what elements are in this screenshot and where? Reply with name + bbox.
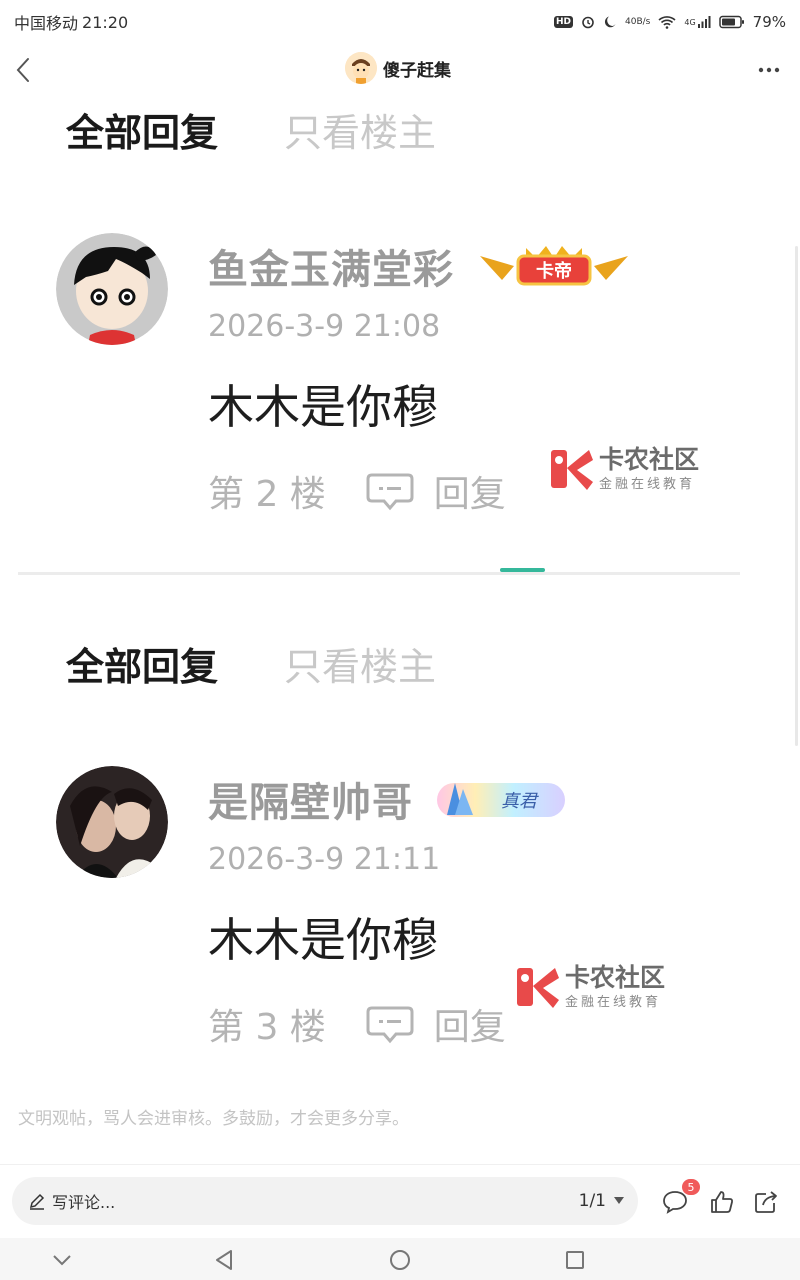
kanong-logo-icon	[517, 968, 559, 1008]
status-right: HD 40 B/s 4G 79%	[553, 13, 786, 31]
hd-icon: HD	[553, 16, 573, 28]
post-content-image: 全部回复 只看楼主 鱼金玉满堂彩 卡帝 2026-3-9 21:08 木木是你穆…	[0, 96, 800, 1160]
reply-button[interactable]: 回复	[366, 998, 506, 1050]
watermark-sub: 金融在线教育	[599, 476, 696, 492]
back-button[interactable]	[8, 54, 38, 86]
nav-home-button[interactable]	[386, 1246, 414, 1274]
chevron-down-icon	[53, 1255, 71, 1266]
battery-level: 79%	[752, 13, 786, 31]
scrollbar[interactable]	[795, 246, 798, 746]
comment-placeholder: 写评论...	[52, 1193, 116, 1212]
signal-icon: 4G	[684, 15, 711, 29]
username: 鱼金玉满堂彩	[208, 247, 454, 293]
reply-post: 是隔壁帅哥 真君 2026-3-9 21:11 木木是你穆 第 3 楼 回复	[56, 766, 756, 1066]
square-recents-icon	[566, 1251, 584, 1269]
post-time: 2026-3-9 21:08	[208, 309, 441, 344]
triangle-back-icon	[216, 1250, 232, 1270]
share-button[interactable]	[751, 1187, 781, 1217]
wifi-icon	[658, 15, 676, 29]
avatar	[56, 233, 168, 345]
badge-text: 真君	[501, 791, 537, 812]
top-nav: 傻子赶集	[0, 44, 800, 96]
circle-home-icon	[390, 1250, 410, 1270]
watermark: 卡农社区 金融在线教育	[549, 446, 699, 492]
page-indicator-bar	[500, 568, 545, 572]
nav-title-group[interactable]: 傻子赶集	[345, 52, 451, 84]
reply-label: 回复	[433, 474, 506, 515]
alarm-icon	[581, 15, 595, 29]
clock: 21:20	[82, 12, 129, 32]
rank-badge: 真君	[433, 775, 569, 823]
post-footer: 第 2 楼 回复	[208, 465, 506, 517]
moon-icon	[603, 15, 617, 29]
username: 是隔壁帅哥	[208, 780, 413, 826]
post-footer: 第 3 楼 回复	[208, 998, 506, 1050]
net-speed-unit: B/s	[636, 16, 651, 27]
watermark: 卡农社区 金融在线教育	[515, 964, 665, 1010]
page-selector[interactable]: 1/1	[579, 1191, 624, 1211]
bottom-action-bar: 写评论... 1/1 5	[0, 1164, 800, 1238]
more-dots-icon	[758, 67, 780, 73]
post-body: 木木是你穆	[208, 380, 438, 434]
floor-number: 第 2 楼	[208, 474, 326, 515]
system-navigation-bar	[0, 1238, 800, 1280]
watermark-main: 卡农社区	[599, 444, 700, 474]
forum-avatar	[345, 52, 377, 84]
comment-count-badge: 5	[682, 1179, 700, 1195]
comment-input[interactable]: 写评论... 1/1	[12, 1177, 638, 1225]
community-notice: 文明观帖，骂人会进审核。多鼓励，才会更多分享。	[18, 1109, 409, 1129]
floor-number: 第 3 楼	[208, 1007, 326, 1048]
back-arrow-icon	[16, 58, 29, 82]
badge-text: 卡帝	[536, 261, 572, 282]
comment-bubble-icon	[366, 473, 414, 511]
reply-button[interactable]: 回复	[366, 465, 506, 517]
thumbs-up-icon	[711, 1191, 733, 1213]
status-left: 中国移动 21:20	[14, 10, 128, 34]
post-time: 2026-3-9 21:11	[208, 842, 441, 877]
net-speed-value: 40	[625, 16, 637, 27]
signal-type: 4G	[684, 17, 696, 27]
kanong-logo-icon	[551, 450, 593, 490]
comments-button[interactable]: 5	[660, 1179, 700, 1217]
battery-icon	[718, 15, 745, 29]
watermark-main: 卡农社区	[565, 962, 666, 992]
post-body: 木木是你穆	[208, 913, 438, 967]
net-speed: 40 B/s	[625, 16, 651, 27]
page-number: 1/1	[578, 1191, 606, 1211]
divider	[18, 572, 740, 575]
like-button[interactable]	[707, 1187, 737, 1217]
status-bar: 中国移动 21:20 HD 40 B/s 4G 79%	[0, 0, 800, 44]
nav-recents-button[interactable]	[561, 1246, 589, 1274]
tab-all-replies: 全部回复	[66, 111, 219, 155]
reply-label: 回复	[433, 1007, 506, 1048]
nav-collapse-button[interactable]	[48, 1246, 76, 1274]
username-row: 鱼金玉满堂彩 卡帝	[208, 237, 634, 295]
tab-op-only: 只看楼主	[284, 645, 437, 689]
pencil-icon	[29, 1193, 45, 1210]
nav-title: 傻子赶集	[383, 60, 451, 81]
tab-all-replies: 全部回复	[66, 645, 219, 689]
nav-back-button[interactable]	[210, 1246, 238, 1274]
caret-down-icon	[614, 1197, 624, 1204]
reply-tabs: 全部回复 只看楼主	[66, 102, 436, 157]
reply-tabs: 全部回复 只看楼主	[66, 636, 436, 691]
watermark-sub: 金融在线教育	[565, 994, 662, 1010]
rank-badge: 卡帝	[474, 242, 634, 290]
comment-bubble-icon	[366, 1006, 414, 1044]
username-row: 是隔壁帅哥 真君	[208, 770, 569, 828]
tab-op-only: 只看楼主	[284, 111, 437, 155]
comment-icon	[663, 1191, 687, 1214]
more-button[interactable]	[754, 56, 784, 84]
avatar	[56, 766, 168, 878]
carrier-name: 中国移动	[14, 14, 79, 33]
share-icon	[755, 1191, 777, 1213]
